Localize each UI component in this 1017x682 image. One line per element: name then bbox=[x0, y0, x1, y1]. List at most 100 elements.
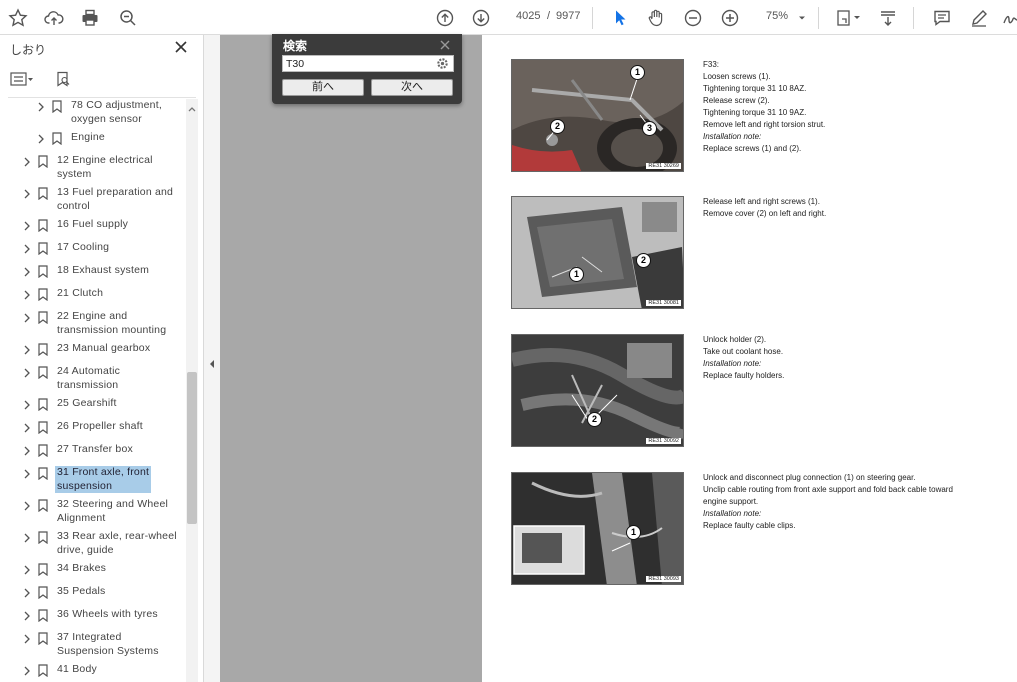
close-icon[interactable] bbox=[439, 38, 451, 50]
bookmark-item[interactable]: Engine bbox=[0, 131, 186, 154]
pen-icon[interactable] bbox=[966, 5, 992, 31]
bookmarks-scrollbar-thumb[interactable] bbox=[187, 372, 197, 524]
chevron-right-icon[interactable] bbox=[22, 244, 32, 254]
callout-marker: 2 bbox=[636, 253, 651, 268]
chevron-down-icon[interactable] bbox=[794, 5, 810, 31]
find-previous-button[interactable]: 前へ bbox=[282, 79, 364, 96]
chevron-right-icon[interactable] bbox=[36, 134, 46, 144]
zoom-level[interactable]: 75% bbox=[766, 10, 788, 22]
instruction-line: Unlock and disconnect plug connection (1… bbox=[703, 473, 916, 482]
bookmark-search-icon[interactable] bbox=[55, 70, 71, 88]
zoom-out-icon[interactable] bbox=[680, 5, 706, 31]
bookmark-item[interactable]: 31 Front axle, front suspension bbox=[0, 466, 186, 498]
bookmark-item[interactable]: 37 Integrated Suspension Systems bbox=[0, 631, 186, 663]
bookmark-item[interactable]: 24 Automatic transmission bbox=[0, 365, 186, 397]
bookmark-item[interactable]: 25 Gearshift bbox=[0, 397, 186, 420]
bookmark-icon bbox=[38, 366, 48, 380]
bookmark-item[interactable]: 16 Fuel supply bbox=[0, 218, 186, 241]
chevron-right-icon[interactable] bbox=[22, 290, 32, 300]
installation-note-label: Installation note: bbox=[703, 359, 762, 368]
chevron-right-icon[interactable] bbox=[22, 423, 32, 433]
close-icon[interactable] bbox=[173, 39, 189, 55]
bookmark-icon bbox=[38, 563, 48, 577]
bookmark-item[interactable]: 17 Cooling bbox=[0, 241, 186, 264]
bookmark-icon bbox=[38, 632, 48, 646]
bookmark-icon bbox=[38, 219, 48, 233]
bookmark-item[interactable]: 26 Propeller shaft bbox=[0, 420, 186, 443]
chevron-right-icon[interactable] bbox=[22, 446, 32, 456]
callout-marker: 2 bbox=[587, 412, 602, 427]
chevron-right-icon[interactable] bbox=[22, 565, 32, 575]
chevron-right-icon[interactable] bbox=[22, 345, 32, 355]
photo-reference: RE31 30093 bbox=[646, 576, 681, 582]
page-fit-icon[interactable] bbox=[833, 5, 863, 31]
arrow-up-circle-icon[interactable] bbox=[432, 5, 458, 31]
step-photo-3-graphic bbox=[512, 335, 683, 446]
instruction-line: Unclip cable routing from front axle sup… bbox=[703, 485, 953, 494]
arrow-down-circle-icon[interactable] bbox=[468, 5, 494, 31]
bookmark-label: 41 Body bbox=[57, 663, 97, 675]
zoom-in-icon[interactable] bbox=[717, 5, 743, 31]
collapse-panel-icon[interactable] bbox=[207, 357, 217, 371]
bookmark-label: 35 Pedals bbox=[57, 585, 106, 597]
chevron-right-icon[interactable] bbox=[22, 368, 32, 378]
bookmark-item[interactable]: 13 Fuel preparation and control bbox=[0, 186, 186, 218]
bookmark-label: 13 Fuel preparation and control bbox=[57, 186, 174, 212]
step-instructions-3: Unlock holder (2). Take out coolant hose.… bbox=[703, 334, 1003, 382]
chevron-right-icon[interactable] bbox=[22, 533, 32, 543]
instruction-line: Unlock holder (2). bbox=[703, 335, 767, 344]
bookmark-item[interactable]: 32 Steering and Wheel Alignment bbox=[0, 498, 186, 530]
chevron-right-icon[interactable] bbox=[22, 400, 32, 410]
bookmark-item[interactable]: 22 Engine and transmission mounting bbox=[0, 310, 186, 342]
chevron-right-icon[interactable] bbox=[22, 157, 32, 167]
chevron-right-icon[interactable] bbox=[22, 189, 32, 199]
cursor-icon[interactable] bbox=[607, 5, 633, 31]
sign-icon[interactable] bbox=[998, 5, 1017, 31]
step-photo-3: 2 RE31 30092 bbox=[511, 334, 684, 447]
comment-icon[interactable] bbox=[929, 5, 955, 31]
bookmark-item[interactable]: 78 CO adjustment, oxygen sensor bbox=[0, 99, 186, 131]
bookmark-icon bbox=[38, 265, 48, 279]
scroll-up-icon[interactable] bbox=[187, 101, 197, 112]
hand-icon[interactable] bbox=[643, 5, 669, 31]
instruction-line: Remove cover (2) on left and right. bbox=[703, 209, 827, 218]
bookmark-item[interactable]: 27 Transfer box bbox=[0, 443, 186, 466]
toolbar-divider bbox=[818, 7, 819, 29]
chevron-right-icon[interactable] bbox=[22, 588, 32, 598]
bookmark-icon bbox=[38, 499, 48, 513]
bookmark-item[interactable]: 34 Brakes bbox=[0, 562, 186, 585]
chevron-right-icon[interactable] bbox=[22, 666, 32, 676]
gear-icon[interactable] bbox=[436, 57, 449, 70]
chevron-right-icon[interactable] bbox=[22, 469, 32, 479]
bookmark-item[interactable]: 33 Rear axle, rear-wheel drive, guide bbox=[0, 530, 186, 562]
page-number-current[interactable]: 4025 bbox=[516, 10, 540, 22]
chevron-right-icon[interactable] bbox=[22, 313, 32, 323]
bookmark-item[interactable]: 36 Wheels with tyres bbox=[0, 608, 186, 631]
bookmark-item[interactable]: 21 Clutch bbox=[0, 287, 186, 310]
step-photo-1: 1 2 3 RE31 30269 bbox=[511, 59, 684, 172]
zoom-search-icon[interactable] bbox=[115, 5, 141, 31]
chevron-right-icon[interactable] bbox=[22, 267, 32, 277]
bookmark-item[interactable]: 41 Body bbox=[0, 663, 186, 682]
chevron-right-icon[interactable] bbox=[22, 611, 32, 621]
find-next-button[interactable]: 次へ bbox=[371, 79, 453, 96]
chevron-right-icon[interactable] bbox=[22, 634, 32, 644]
print-icon[interactable] bbox=[77, 5, 103, 31]
chevron-right-icon[interactable] bbox=[36, 102, 46, 112]
chevron-right-icon[interactable] bbox=[22, 501, 32, 511]
bookmark-item[interactable]: 12 Engine electrical system bbox=[0, 154, 186, 186]
bookmark-icon bbox=[38, 467, 48, 481]
cloud-upload-icon[interactable] bbox=[41, 5, 67, 31]
bookmark-item[interactable]: 35 Pedals bbox=[0, 585, 186, 608]
bookmark-icon bbox=[38, 586, 48, 600]
bookmarks-toolbar bbox=[0, 65, 204, 93]
bookmark-options-icon[interactable] bbox=[10, 70, 34, 88]
bookmark-icon bbox=[38, 288, 48, 302]
scroll-mode-icon[interactable] bbox=[875, 5, 901, 31]
bookmark-item[interactable]: 18 Exhaust system bbox=[0, 264, 186, 287]
bookmark-item[interactable]: 23 Manual gearbox bbox=[0, 342, 186, 365]
find-input[interactable] bbox=[282, 55, 454, 72]
step-photo-2: 1 2 RE31 30081 bbox=[511, 196, 684, 309]
chevron-right-icon[interactable] bbox=[22, 221, 32, 231]
star-icon[interactable] bbox=[5, 5, 31, 31]
